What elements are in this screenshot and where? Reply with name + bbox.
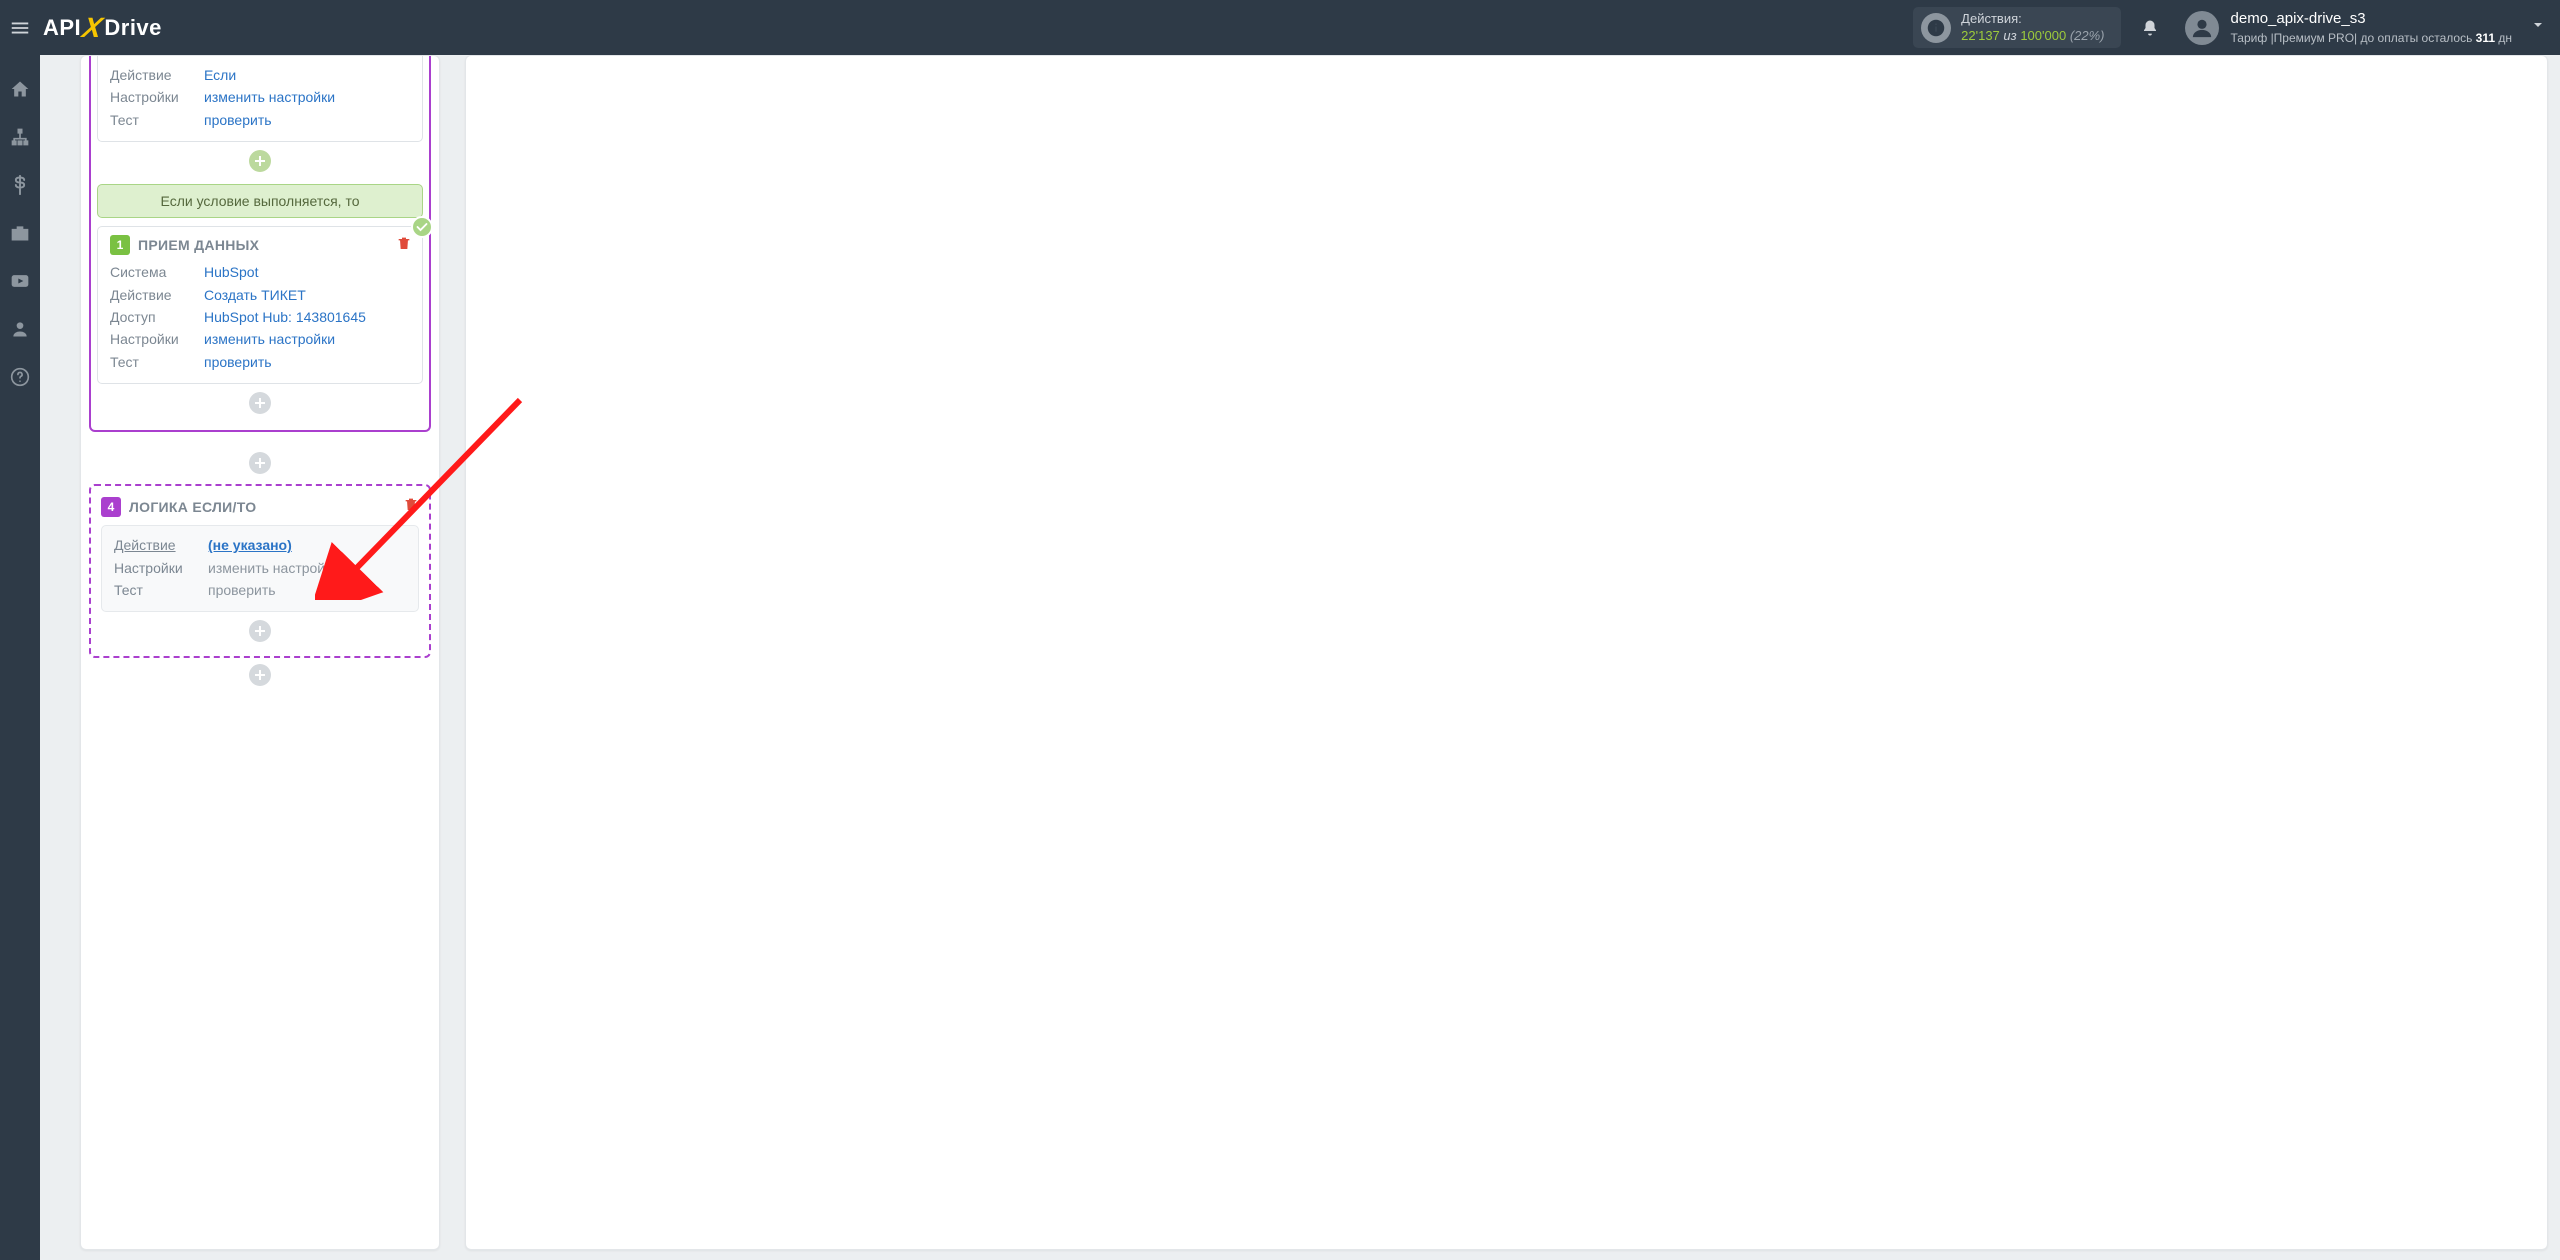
row-value-link[interactable]: HubSpot Hub: 143801645 xyxy=(204,306,366,328)
row-label: Тест xyxy=(110,109,194,131)
row-value-link[interactable]: проверить xyxy=(204,109,272,131)
add-block-button[interactable] xyxy=(249,452,271,474)
content-area: Действие Если Настройки изменить настройки… xyxy=(40,55,2560,1260)
row-label: Тест xyxy=(114,579,198,601)
trash-icon xyxy=(403,496,419,512)
rail-youtube[interactable] xyxy=(0,269,40,293)
user-menu[interactable]: demo_apix-drive_s3 Тариф |Премиум PRO| д… xyxy=(2185,9,2512,45)
row-value-link[interactable]: изменить настройки xyxy=(204,86,335,108)
row-value-link[interactable]: изменить настройки xyxy=(204,328,335,350)
actions-used: 22'137 xyxy=(1961,28,2000,43)
row-label: Тест xyxy=(110,351,194,373)
briefcase-icon xyxy=(10,223,30,243)
logic-if-then-block: 4 ЛОГИКА ЕСЛИ/ТО Действие (не указано) На… xyxy=(89,484,431,658)
row-label: Действие xyxy=(114,534,198,556)
row-value-link[interactable]: Если xyxy=(204,64,236,86)
plus-icon xyxy=(255,156,265,166)
row-value: изменить настройки xyxy=(208,557,339,579)
card-title: ПРИЕМ ДАННЫХ xyxy=(138,237,259,253)
rail-profile[interactable] xyxy=(0,317,40,341)
tariff-prefix: Тариф |Премиум PRO| до оплаты осталось xyxy=(2231,31,2476,45)
logic-wrapper: Действие Если Настройки изменить настройки… xyxy=(89,56,431,432)
row-value-link[interactable]: Создать ТИКЕТ xyxy=(204,284,306,306)
hamburger-icon xyxy=(9,17,31,39)
plus-icon xyxy=(255,670,265,680)
logo[interactable]: API X Drive xyxy=(43,15,162,41)
actions-label: Действия: xyxy=(1961,11,2104,27)
dollar-icon xyxy=(10,175,30,195)
row-label: Действие xyxy=(110,284,194,306)
user-menu-chevron[interactable] xyxy=(2530,17,2546,38)
actions-counter[interactable]: Действия: 22'137 из 100'000 (22%) xyxy=(1913,7,2120,48)
youtube-icon xyxy=(10,271,30,291)
step-number-badge: 1 xyxy=(110,235,130,255)
plus-icon xyxy=(255,398,265,408)
tariff-days-suffix: дн xyxy=(2495,31,2512,45)
row-value-link[interactable]: проверить xyxy=(204,351,272,373)
rail-home[interactable] xyxy=(0,77,40,101)
plus-icon xyxy=(255,626,265,636)
add-step-button[interactable] xyxy=(249,620,271,642)
condition-card: Действие Если Настройки изменить настройки… xyxy=(97,56,423,142)
actions-percent: (22%) xyxy=(2070,28,2105,43)
help-icon xyxy=(10,367,30,387)
logo-text-drive: Drive xyxy=(104,15,162,41)
rail-billing[interactable] xyxy=(0,173,40,197)
plus-icon xyxy=(255,458,265,468)
home-icon xyxy=(10,79,30,99)
detail-panel xyxy=(465,55,2548,1250)
card-title: ЛОГИКА ЕСЛИ/ТО xyxy=(129,499,256,515)
chevron-down-icon xyxy=(2530,17,2546,33)
rail-briefcase[interactable] xyxy=(0,221,40,245)
step-number-badge: 4 xyxy=(101,497,121,517)
action-unset-link[interactable]: (не указано) xyxy=(208,534,292,556)
row-label: Настройки xyxy=(114,557,198,579)
top-bar: API X Drive Действия: 22'137 из 100'000 … xyxy=(0,0,2560,55)
logic-settings-card: Действие (не указано) Настройки изменить н… xyxy=(101,525,419,612)
row-value-link[interactable]: HubSpot xyxy=(204,261,258,283)
delete-block-button[interactable] xyxy=(403,496,419,517)
rail-connections[interactable] xyxy=(0,125,40,149)
user-icon xyxy=(10,319,30,339)
row-label: Система xyxy=(110,261,194,283)
row-label: Настройки xyxy=(110,328,194,350)
trash-icon xyxy=(396,235,412,251)
info-icon xyxy=(1921,13,1951,43)
condition-banner: Если условие выполняется, то xyxy=(97,184,423,218)
add-step-button[interactable] xyxy=(249,392,271,414)
avatar-icon xyxy=(2185,11,2219,45)
receive-data-card: 1 ПРИЕМ ДАННЫХ Система HubSpot Действие Со… xyxy=(97,226,423,384)
notifications-button[interactable] xyxy=(2135,19,2165,37)
logo-text-api: API xyxy=(43,15,81,41)
row-label: Настройки xyxy=(110,86,194,108)
left-rail xyxy=(0,55,40,1260)
user-name: demo_apix-drive_s3 xyxy=(2231,9,2512,29)
row-value: проверить xyxy=(208,579,276,601)
actions-text: Действия: 22'137 из 100'000 (22%) xyxy=(1961,11,2104,44)
row-label: Действие xyxy=(110,64,194,86)
flow-panel: Действие Если Настройки изменить настройки… xyxy=(80,55,440,1250)
menu-toggle-button[interactable] xyxy=(0,0,40,55)
sitemap-icon xyxy=(10,127,30,147)
row-label: Доступ xyxy=(110,306,194,328)
delete-step-button[interactable] xyxy=(396,235,412,256)
add-step-button[interactable] xyxy=(249,150,271,172)
user-text: demo_apix-drive_s3 Тариф |Премиум PRO| д… xyxy=(2231,9,2512,45)
status-check-icon xyxy=(411,216,433,238)
actions-total: 100'000 xyxy=(2020,28,2066,43)
bell-icon xyxy=(2141,19,2159,37)
tariff-days: 311 xyxy=(2476,31,2495,45)
add-block-button[interactable] xyxy=(249,664,271,686)
rail-help[interactable] xyxy=(0,365,40,389)
